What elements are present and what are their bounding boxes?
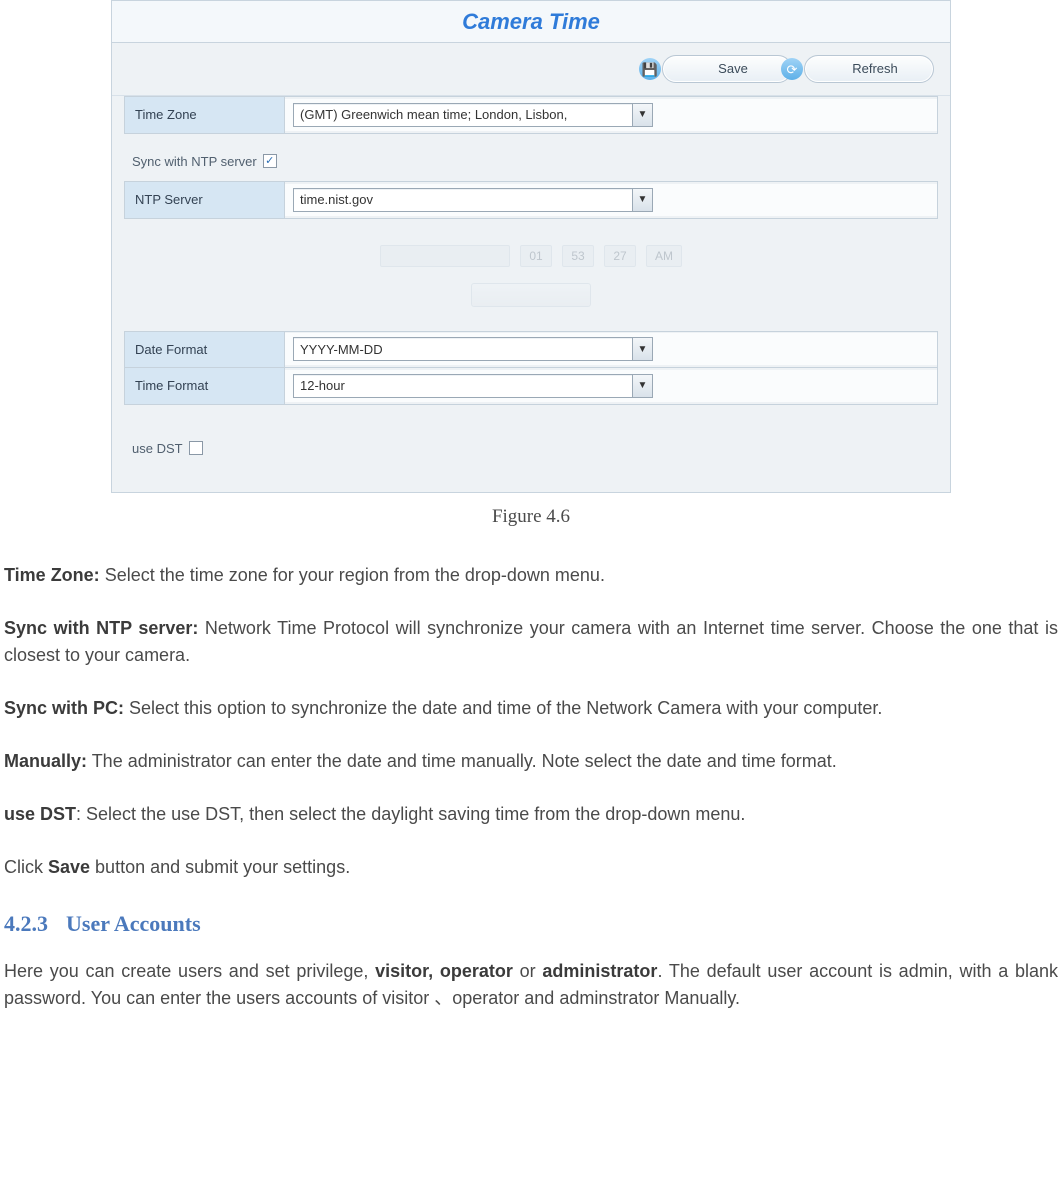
section-number: 4.2.3 — [4, 911, 48, 936]
ntp-server-dropdown[interactable]: time.nist.gov ▼ — [293, 188, 653, 212]
timezone-label: Time Zone — [125, 97, 285, 133]
desc-timezone: Time Zone: Select the time zone for your… — [4, 562, 1058, 589]
desc-save: Click Save button and submit your settin… — [4, 854, 1058, 881]
sync-ntp-label: Sync with NTP server — [132, 152, 257, 172]
section-title-text: User Accounts — [66, 911, 201, 936]
date-format-dropdown[interactable]: YYYY-MM-DD ▼ — [293, 337, 653, 361]
section-body: Here you can create users and set privil… — [4, 958, 1058, 1012]
chevron-down-icon: ▼ — [632, 189, 652, 211]
date-format-label: Date Format — [125, 332, 285, 368]
manual-minute: 53 — [562, 245, 594, 267]
desc-sync-pc: Sync with PC: Select this option to sync… — [4, 695, 1058, 722]
save-icon: 💾 — [639, 58, 661, 80]
camera-time-screenshot: Camera Time 💾 Save ⟳ Refresh Time Zone — [111, 0, 951, 493]
use-dst-checkbox[interactable] — [189, 441, 203, 455]
desc-sync-ntp: Sync with NTP server: Network Time Proto… — [4, 615, 1058, 669]
ntp-server-value: time.nist.gov — [300, 190, 373, 210]
panel-toolbar: 💾 Save ⟳ Refresh — [112, 43, 950, 96]
manual-apply-button-disabled — [471, 283, 591, 307]
chevron-down-icon: ▼ — [632, 104, 652, 126]
date-format-value: YYYY-MM-DD — [300, 340, 383, 360]
use-dst-label: use DST — [132, 439, 183, 459]
row-manual-time-disabled: 01 53 27 AM — [124, 227, 938, 277]
sync-ntp-checkbox[interactable]: ✓ — [263, 154, 277, 168]
row-ntp-server: NTP Server time.nist.gov ▼ — [124, 181, 938, 219]
refresh-icon: ⟳ — [781, 58, 803, 80]
desc-use-dst: use DST: Select the use DST, then select… — [4, 801, 1058, 828]
manual-ampm: AM — [646, 245, 682, 267]
row-timezone: Time Zone (GMT) Greenwich mean time; Lon… — [124, 96, 938, 134]
refresh-button[interactable]: ⟳ Refresh — [804, 55, 934, 83]
figure-caption: Figure 4.6 — [0, 503, 1062, 532]
panel-title: Camera Time — [112, 1, 950, 43]
chevron-down-icon: ▼ — [632, 375, 652, 397]
chevron-down-icon: ▼ — [632, 338, 652, 360]
ntp-server-label: NTP Server — [125, 182, 285, 218]
save-button[interactable]: 💾 Save — [662, 55, 792, 83]
time-format-dropdown[interactable]: 12-hour ▼ — [293, 374, 653, 398]
section-heading: 4.2.3 User Accounts — [4, 907, 1058, 940]
row-use-dst: use DST — [124, 413, 938, 469]
save-button-label: Save — [675, 59, 791, 79]
timezone-dropdown[interactable]: (GMT) Greenwich mean time; London, Lisbo… — [293, 103, 653, 127]
manual-second: 27 — [604, 245, 636, 267]
manual-hour: 01 — [520, 245, 552, 267]
time-format-value: 12-hour — [300, 376, 345, 396]
manual-date-box — [380, 245, 510, 267]
row-time-format: Time Format 12-hour ▼ — [124, 367, 938, 405]
row-date-format: Date Format YYYY-MM-DD ▼ — [124, 331, 938, 368]
row-sync-ntp: Sync with NTP server ✓ — [124, 142, 938, 182]
desc-manually: Manually: The administrator can enter th… — [4, 748, 1058, 775]
refresh-button-label: Refresh — [817, 59, 933, 79]
timezone-value: (GMT) Greenwich mean time; London, Lisbo… — [300, 105, 567, 125]
time-format-label: Time Format — [125, 368, 285, 404]
